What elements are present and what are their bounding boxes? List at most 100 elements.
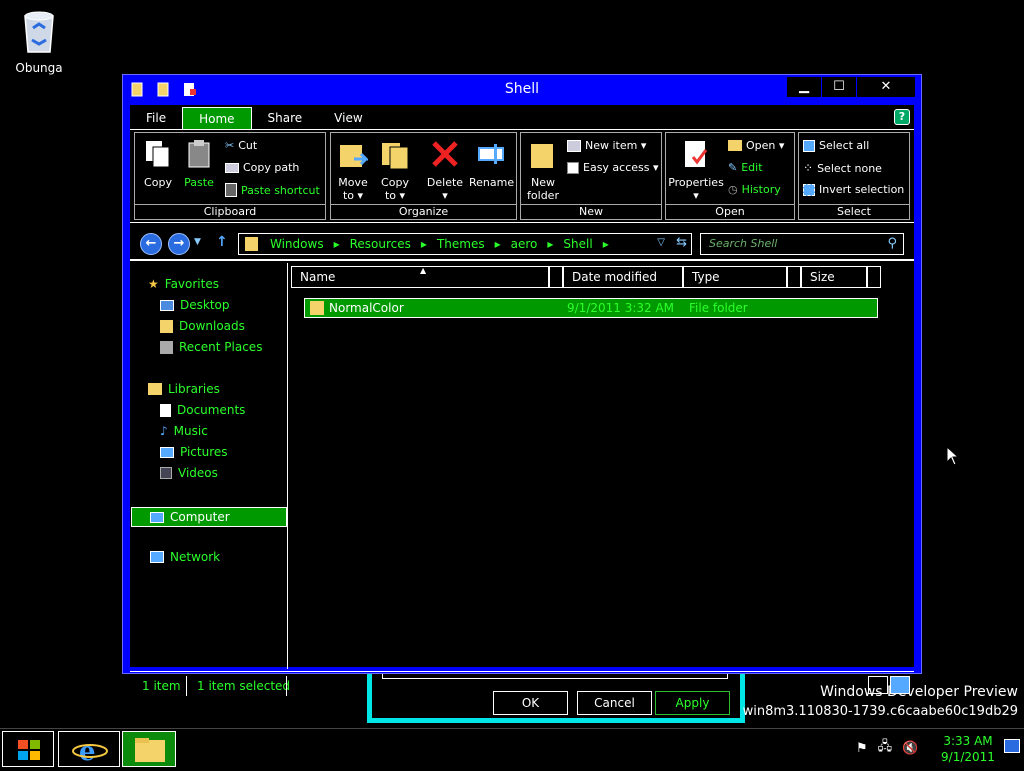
properties-label-2: ▾ [693,189,699,202]
search-box[interactable]: Search Shell ⚲ [700,233,904,255]
star-icon: ★ [148,277,159,291]
network-tray-icon[interactable]: 🖧 [878,737,893,759]
nav-videos[interactable]: Videos [160,466,218,480]
invert-selection-icon [803,183,815,196]
select-none-label: Select none [817,161,882,175]
breadcrumb-separator-icon[interactable]: ▸ [547,237,553,251]
nav-favorites[interactable]: ★ Favorites [148,277,219,291]
tab-view[interactable]: View [318,107,378,129]
paste-button[interactable]: Paste [181,139,217,189]
move-to-button[interactable]: Move to ▾ [335,139,371,202]
breadcrumb-resources[interactable]: Resources [350,237,411,251]
address-bar[interactable]: Windows ▸ Resources ▸ Themes ▸ aero ▸ Shell ▸… [238,233,692,255]
nav-computer[interactable]: Computer [131,507,287,527]
start-button[interactable] [2,731,54,767]
title-bar[interactable]: Shell ▁ ☐ ✕ [123,75,921,105]
refresh-icon[interactable]: ⇆ [676,235,687,250]
open-button[interactable]: Open ▾ [728,139,784,152]
action-center-flag-icon[interactable]: ⚑ [856,741,868,756]
column-resize-handle[interactable] [867,266,881,288]
tab-home[interactable]: Home [182,107,252,129]
large-icons-view-icon[interactable] [890,676,910,694]
breadcrumb-aero[interactable]: aero [511,237,538,251]
properties-label-1: Properties [668,176,724,189]
column-date-modified[interactable]: Date modified [563,266,683,288]
folder-icon [310,301,324,315]
paste-shortcut-button[interactable]: Paste shortcut [225,183,320,197]
tab-share[interactable]: Share [252,107,319,129]
cut-label: Cut [238,139,258,152]
column-name[interactable]: Name ▲ [291,266,549,288]
breadcrumb-separator-icon[interactable]: ▸ [421,237,427,251]
back-button[interactable]: ← [140,233,162,255]
copy-path-button[interactable]: Copy path [225,161,299,174]
system-tray: ⚑ 🖧 🔇 [856,735,936,761]
file-explorer-button[interactable] [122,731,176,767]
nav-documents[interactable]: Documents [160,403,245,417]
column-type[interactable]: Type [683,266,787,288]
close-button[interactable]: ✕ [857,77,915,97]
cut-button[interactable]: ✂ Cut [225,139,257,152]
up-arrow-icon[interactable]: ↑ [216,234,228,250]
address-dropdown-icon[interactable]: ▽ [657,237,665,248]
nav-videos-label: Videos [178,466,218,480]
maximize-button[interactable]: ☐ [822,77,856,97]
taskbar-clock[interactable]: 3:33 AM 9/1/2011 [936,733,1000,765]
nav-downloads[interactable]: Downloads [160,319,245,333]
show-desktop-icon[interactable] [1004,739,1020,753]
breadcrumb-windows[interactable]: Windows [270,237,324,251]
open-label: Open ▾ [746,139,785,152]
edit-icon: ✎ [728,161,738,174]
window-controls: ▁ ☐ ✕ [786,77,915,97]
help-icon[interactable]: ? [894,109,910,125]
nav-network-label: Network [170,550,221,564]
breadcrumb-shell[interactable]: Shell [563,237,592,251]
column-resize-handle[interactable] [787,266,801,288]
history-button[interactable]: ◷ History [728,183,781,196]
breadcrumb-separator-icon[interactable]: ▸ [603,237,609,251]
breadcrumb-themes[interactable]: Themes [437,237,485,251]
copy-to-button[interactable]: Copy to ▾ [377,139,413,202]
properties-button[interactable]: Properties ▾ [668,139,724,202]
paste-label: Paste [184,176,214,189]
recent-dropdown-icon[interactable]: ▼ [194,237,201,247]
nav-libraries[interactable]: Libraries [148,382,220,396]
taskbar: e ⚑ 🖧 🔇 3:33 AM 9/1/2011 [0,728,1024,768]
breadcrumb-separator-icon[interactable]: ▸ [495,237,501,251]
select-none-button[interactable]: ⁘ Select none [803,161,882,175]
recent-places-icon [160,340,173,354]
minimize-button[interactable]: ▁ [787,77,821,97]
copy-path-icon [225,162,239,173]
invert-selection-button[interactable]: Invert selection [803,183,904,196]
breadcrumb-separator-icon[interactable]: ▸ [334,237,340,251]
table-row[interactable]: NormalColor 9/1/2011 3:32 AM File folder [304,298,878,318]
search-input[interactable]: Search Shell [709,237,777,250]
easy-access-button[interactable]: Easy access ▾ [567,161,659,174]
details-view-icon[interactable] [868,676,888,694]
move-to-label-1: Move [338,176,368,189]
forward-button[interactable]: → [168,233,190,255]
volume-muted-icon[interactable]: 🔇 [902,741,918,756]
nav-music[interactable]: ♪ Music [160,424,208,438]
search-icon[interactable]: ⚲ [887,236,897,251]
column-size[interactable]: Size [801,266,867,288]
nav-desktop[interactable]: Desktop [160,298,230,312]
column-resize-handle[interactable] [549,266,563,288]
select-group: Select all ⁘ Select none Invert selectio… [798,132,910,220]
new-group: New folder New item ▾ Easy access ▾ New [520,132,662,220]
nav-recent-places[interactable]: Recent Places [160,340,262,354]
new-item-button[interactable]: New item ▾ [567,139,646,152]
new-folder-button[interactable]: New folder [525,139,561,202]
nav-pictures[interactable]: Pictures [160,445,228,459]
copy-button[interactable]: Copy [141,139,175,189]
select-all-button[interactable]: Select all [803,139,869,152]
rename-button[interactable]: Rename [469,139,514,189]
nav-network[interactable]: Network [150,550,220,564]
edit-button[interactable]: ✎ Edit [728,161,763,174]
recycle-bin-desktop-icon[interactable]: Obunga [8,6,70,75]
tab-file[interactable]: File [130,107,182,129]
internet-explorer-button[interactable]: e [58,731,120,767]
delete-button[interactable]: Delete ▾ [425,139,465,202]
copy-label: Copy [144,176,172,189]
select-all-icon [803,139,815,152]
